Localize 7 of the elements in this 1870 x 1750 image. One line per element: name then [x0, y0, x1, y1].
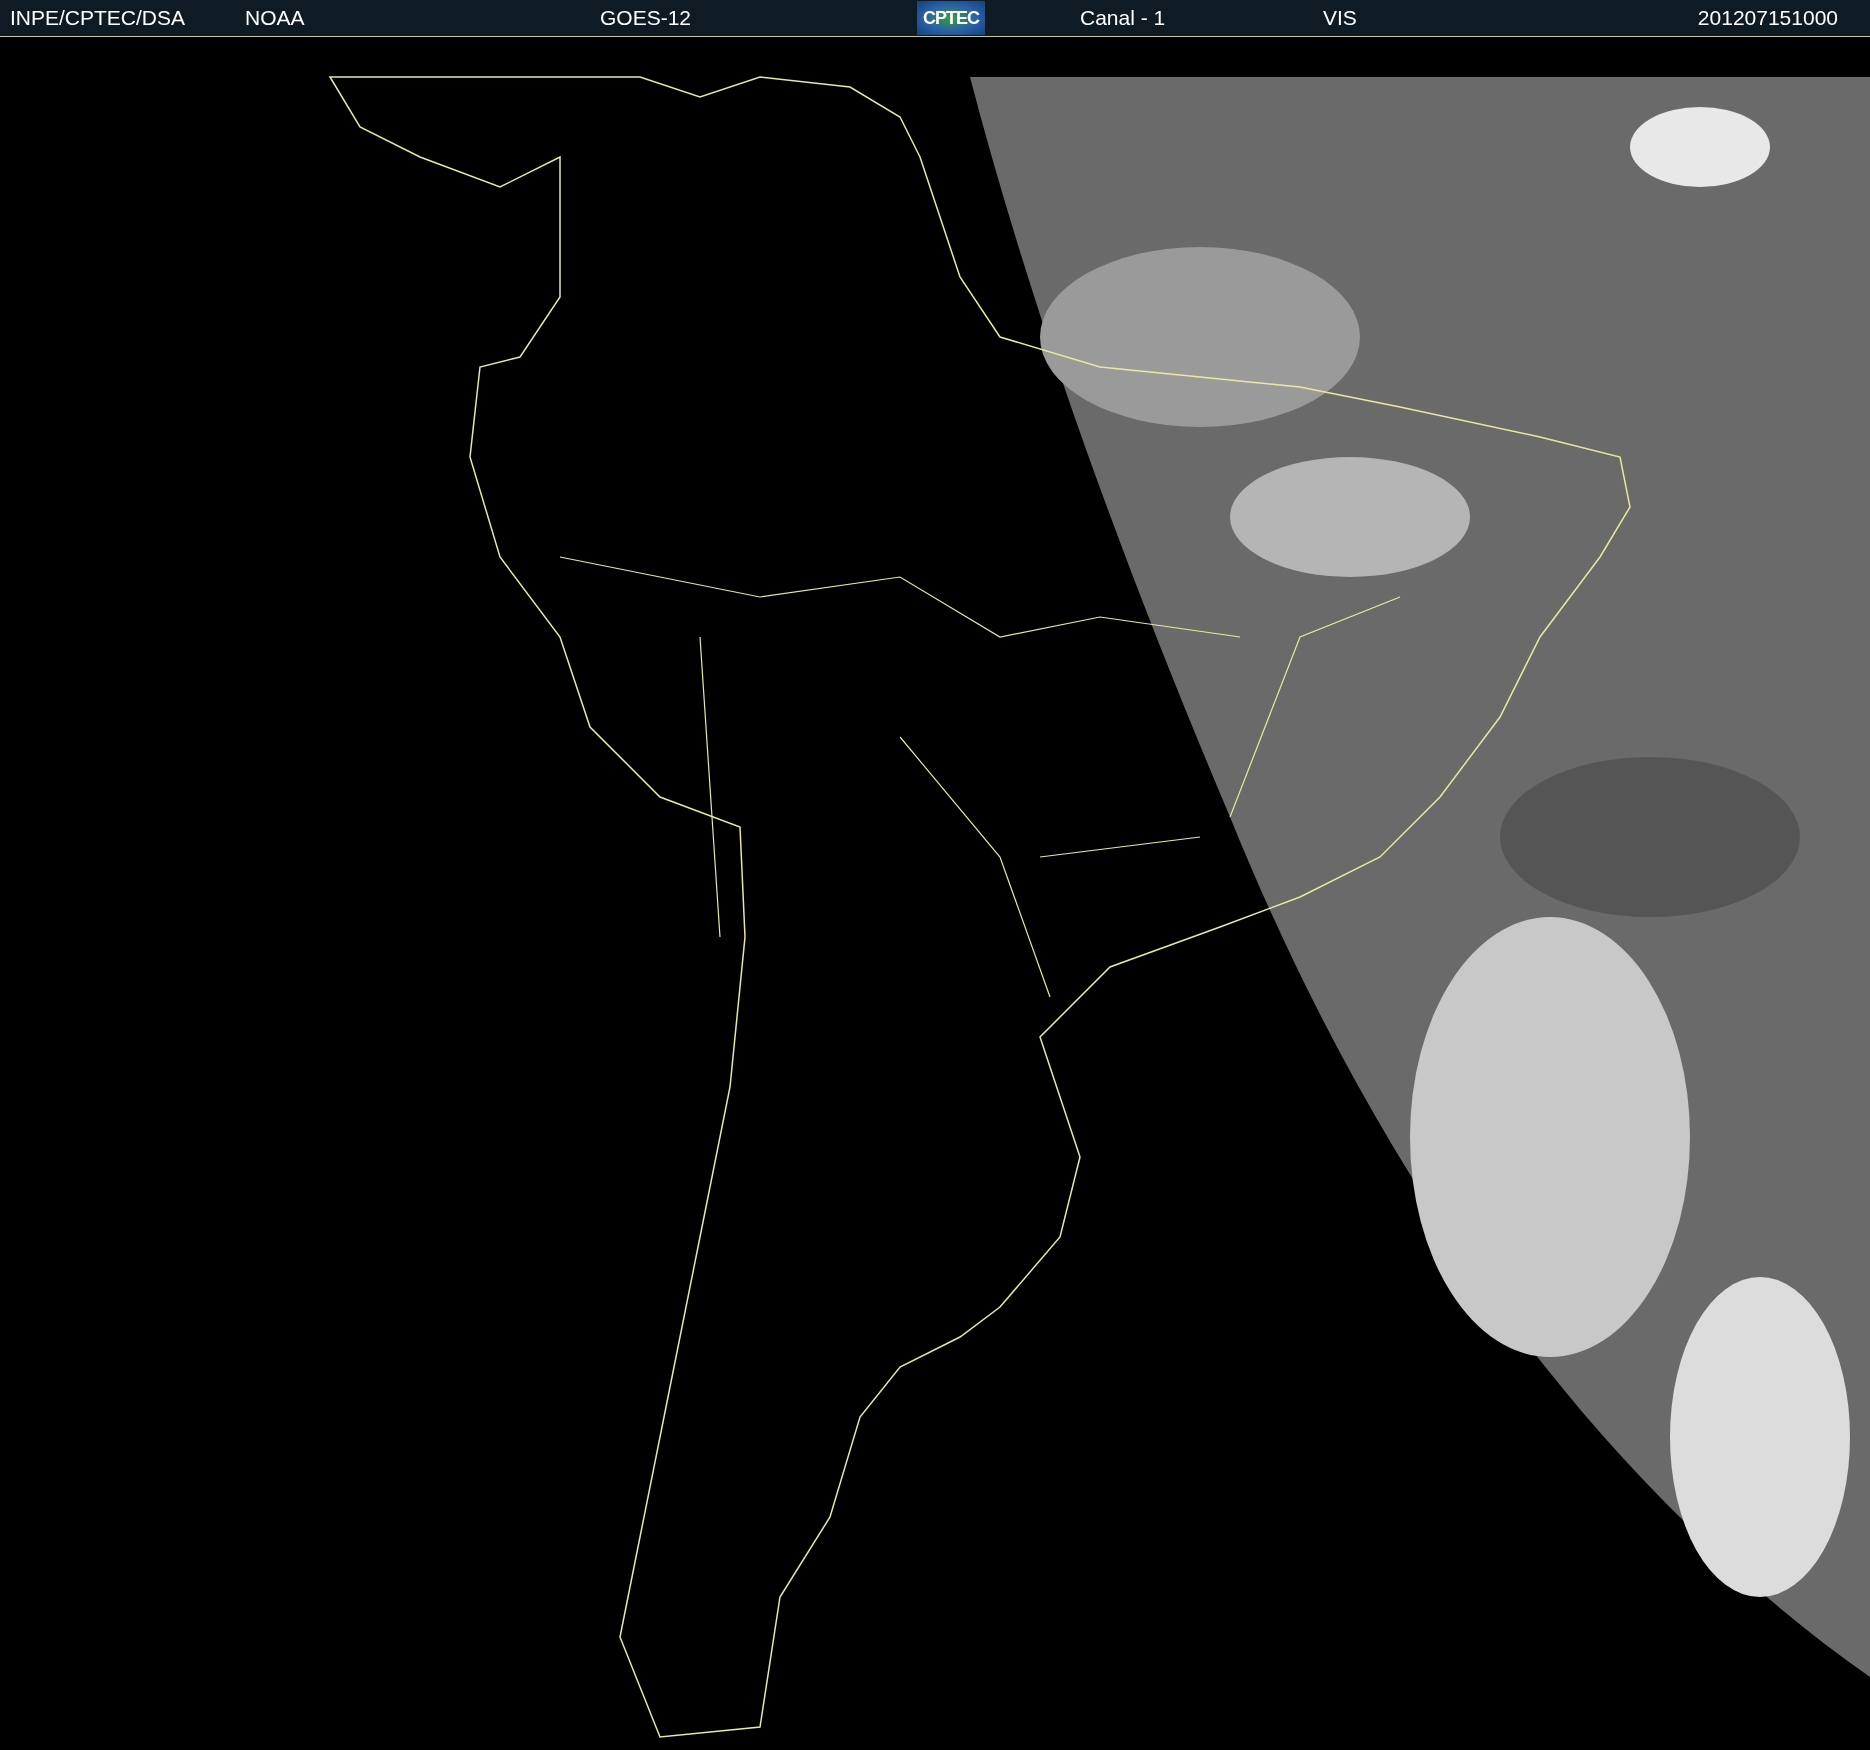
logo: CPTEC: [917, 1, 985, 35]
header-label: INPE/CPTEC/DSA: [10, 6, 186, 30]
header-label: NOAA: [245, 6, 305, 30]
header-label: VIS: [1323, 6, 1357, 30]
header-label: Canal - 1: [1080, 6, 1166, 30]
header-label: 201207151000: [1697, 6, 1838, 30]
header-label: GOES-12: [600, 6, 692, 30]
